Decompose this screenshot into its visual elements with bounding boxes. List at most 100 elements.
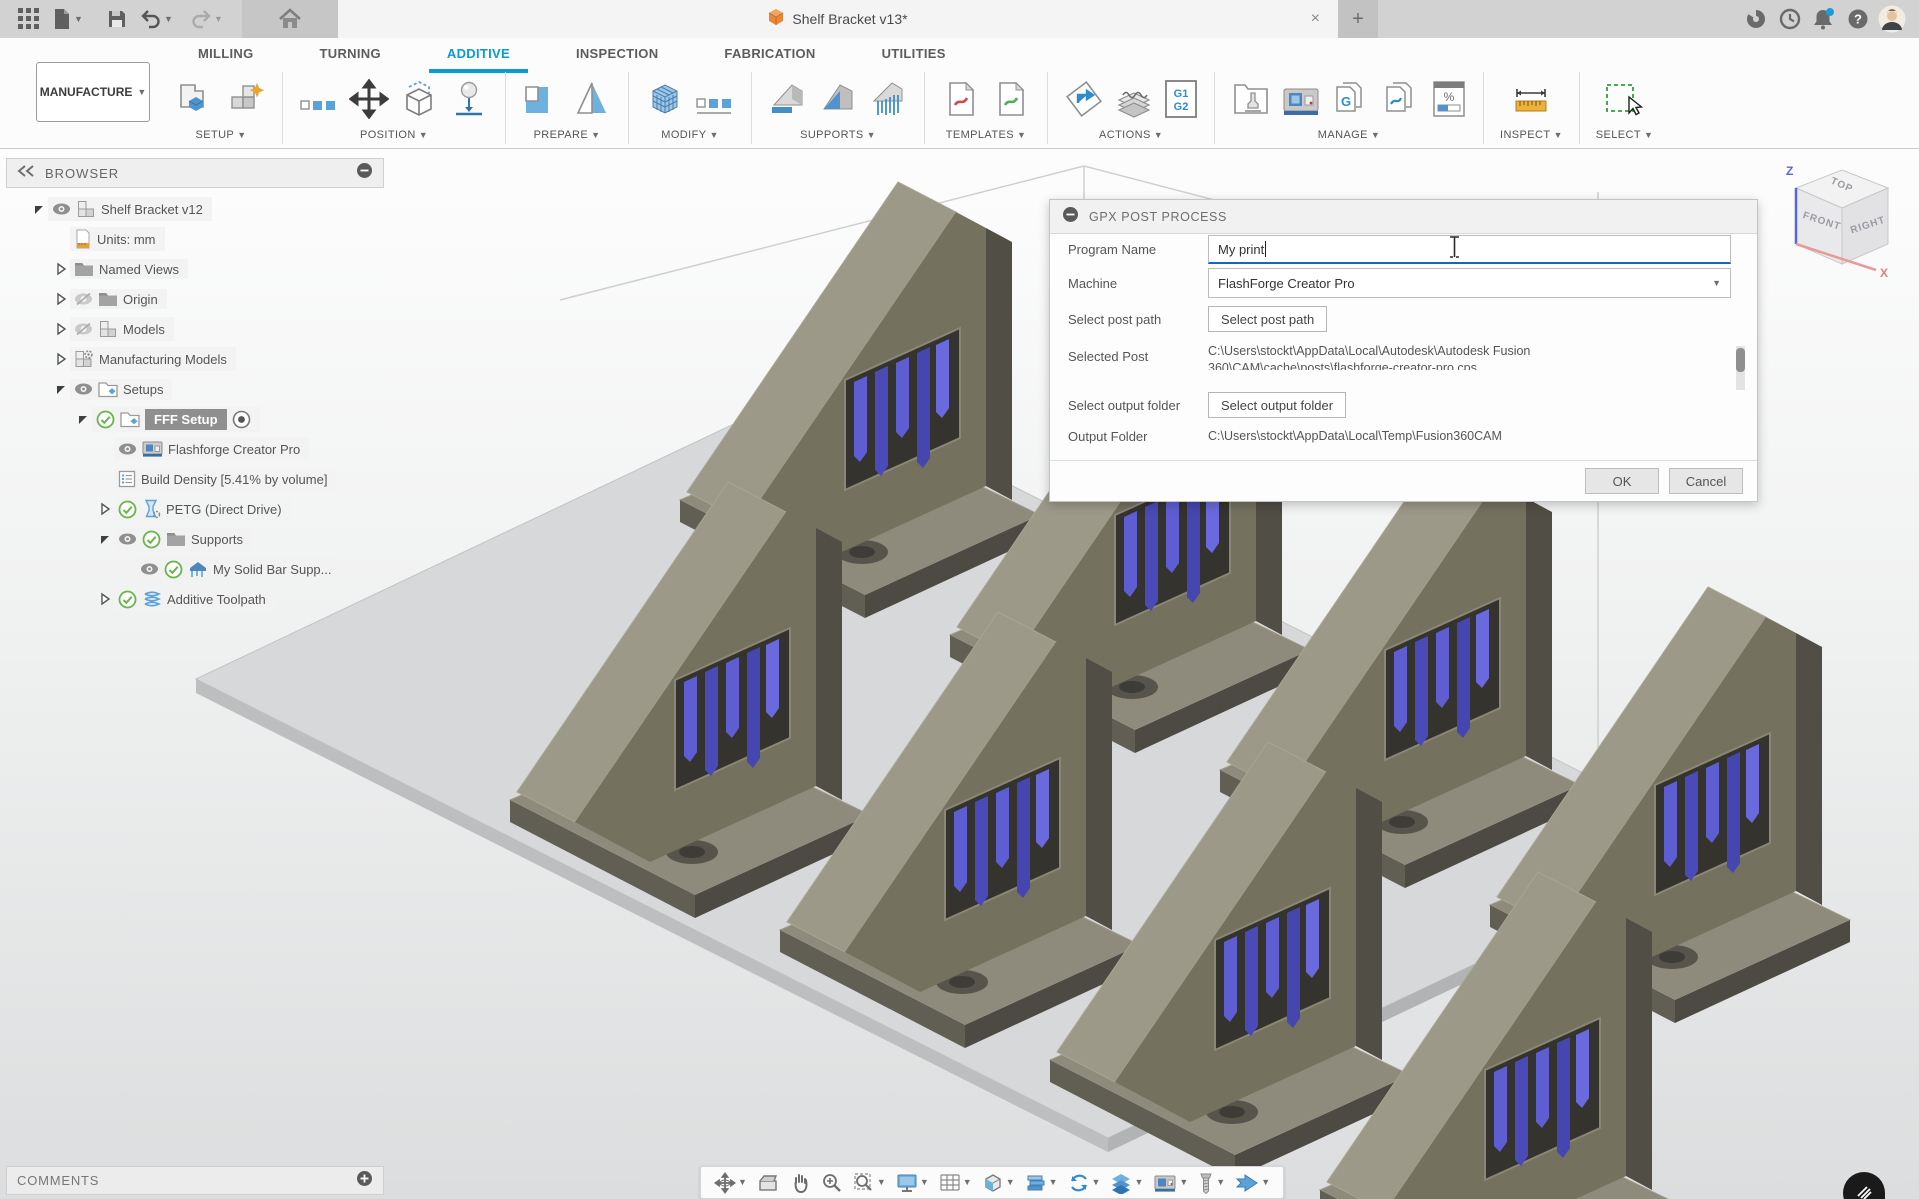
measure-icon[interactable]: [1511, 79, 1551, 124]
group-label-manage[interactable]: MANAGE▼: [1318, 129, 1380, 144]
tree-node-body[interactable]: My Solid Bar Supp...: [136, 558, 341, 581]
ribbon-tab-inspection[interactable]: INSPECTION: [550, 40, 684, 70]
tree-row-flashforge-creator-pro[interactable]: Flashforge Creator Pro: [6, 434, 384, 464]
undo-icon[interactable]: ▼: [140, 4, 182, 34]
template-library-icon[interactable]: [1381, 79, 1421, 124]
tree-node-label[interactable]: Shelf Bracket v12: [101, 202, 203, 217]
grid-menu-icon[interactable]: [14, 4, 44, 34]
workspace-selector[interactable]: MANUFACTURE▼: [36, 62, 150, 122]
tool-library-icon[interactable]: [1231, 79, 1271, 124]
tree-node-label[interactable]: Manufacturing Models: [99, 352, 227, 367]
tree-node-label[interactable]: My Solid Bar Supp...: [213, 562, 332, 577]
save-icon[interactable]: [102, 4, 132, 34]
redo-icon[interactable]: ▼: [190, 4, 232, 34]
file-icon[interactable]: ▼: [52, 4, 94, 34]
group-label-inspect[interactable]: INSPECT▼: [1500, 129, 1563, 144]
expand-arrow-icon[interactable]: [52, 322, 70, 336]
group-label-setup[interactable]: SETUP▼: [196, 129, 247, 144]
tree-node-label[interactable]: PETG (Direct Drive): [166, 502, 282, 517]
modify-squares-icon[interactable]: [695, 91, 735, 124]
tree-node-body[interactable]: Models: [70, 317, 174, 341]
tree-node-label[interactable]: Origin: [123, 292, 158, 307]
tree-node-body[interactable]: PETG (Direct Drive): [114, 497, 291, 521]
orbit-icon[interactable]: ▼: [711, 1172, 750, 1194]
group-label-supports[interactable]: SUPPORTS▼: [800, 129, 876, 144]
tree-row-named-views[interactable]: Named Views: [6, 254, 384, 284]
check-icon[interactable]: [142, 530, 161, 549]
voxel-cube-icon[interactable]: [645, 79, 685, 124]
tree-node-label[interactable]: Supports: [191, 532, 243, 547]
tree-row-additive-toolpath[interactable]: Additive Toolpath: [6, 584, 384, 614]
view-cube[interactable]: TOP FRONT RIGHT Z X: [1772, 152, 1912, 292]
tree-node-label[interactable]: Setups: [123, 382, 163, 397]
ribbon-tab-utilities[interactable]: UTILITIES: [856, 40, 972, 70]
tree-node-body[interactable]: Build Density [5.41% by volume]: [114, 468, 336, 490]
tree-node-body[interactable]: Flashforge Creator Pro: [114, 438, 309, 460]
eye-off-icon[interactable]: [74, 322, 93, 336]
tree-row-origin[interactable]: Origin: [6, 284, 384, 314]
home-tab[interactable]: [242, 0, 338, 38]
extensions-icon[interactable]: [1739, 0, 1773, 38]
tree-row-models[interactable]: Models: [6, 314, 384, 344]
steps-icon[interactable]: ▼: [1022, 1173, 1061, 1193]
template-green-icon[interactable]: [991, 79, 1031, 124]
eye-off-icon[interactable]: [74, 292, 93, 306]
home-icon[interactable]: [275, 4, 305, 34]
tree-node-body[interactable]: Units: mm: [70, 227, 165, 251]
move-icon[interactable]: [349, 79, 389, 124]
setup-additive-icon[interactable]: [226, 79, 266, 124]
template-red-icon[interactable]: [941, 79, 981, 124]
window-zoom-icon[interactable]: ▼: [850, 1172, 889, 1194]
grid-icon[interactable]: ▼: [936, 1173, 975, 1193]
tree-node-body[interactable]: Shelf Bracket v12: [48, 197, 212, 221]
check-icon[interactable]: [164, 560, 183, 579]
collapse-arrow-icon[interactable]: [30, 202, 48, 216]
expand-arrow-icon[interactable]: [52, 262, 70, 276]
eye-icon[interactable]: [140, 562, 159, 576]
dialog-collapse-icon[interactable]: [1062, 206, 1079, 228]
document-tab[interactable]: Shelf Bracket v13* ×: [338, 0, 1338, 38]
check-icon[interactable]: [96, 410, 115, 429]
support-solid-icon[interactable]: [818, 79, 858, 124]
arrange-icon[interactable]: [299, 91, 339, 124]
look-at-icon[interactable]: [754, 1173, 782, 1193]
cancel-button[interactable]: Cancel: [1669, 468, 1743, 494]
select-output-folder-button[interactable]: Select output folder: [1208, 392, 1346, 418]
group-label-prepare[interactable]: PREPARE▼: [534, 129, 601, 144]
group-label-select[interactable]: SELECT▼: [1596, 129, 1654, 144]
tree-node-label[interactable]: FFF Setup: [145, 409, 227, 430]
tree-node-body[interactable]: Additive Toolpath: [114, 588, 275, 611]
eye-icon[interactable]: [52, 202, 71, 216]
help-icon[interactable]: ?: [1841, 0, 1875, 38]
tree-node-label[interactable]: Additive Toolpath: [167, 592, 266, 607]
tree-node-body[interactable]: FFF Setup: [92, 407, 260, 432]
group-label-actions[interactable]: ACTIONS▼: [1099, 129, 1163, 144]
tree-row-supports[interactable]: Supports: [6, 524, 384, 554]
tree-row-manufacturing-models[interactable]: Manufacturing Models: [6, 344, 384, 374]
expand-arrow-icon[interactable]: [96, 592, 114, 606]
radio-icon[interactable]: [232, 410, 251, 429]
check-icon[interactable]: [118, 500, 137, 519]
eye-icon[interactable]: [118, 442, 137, 456]
tree-node-body[interactable]: Setups: [70, 379, 172, 400]
g1g2-icon[interactable]: G1G2: [1164, 79, 1198, 124]
ribbon-tab-fabrication[interactable]: FABRICATION: [698, 40, 841, 70]
tree-node-label[interactable]: Build Density [5.41% by volume]: [141, 472, 327, 487]
print-settings-icon[interactable]: %: [1431, 79, 1467, 124]
dialog-title-bar[interactable]: GPX POST PROCESS: [1050, 200, 1757, 234]
support-bar-icon[interactable]: [868, 79, 908, 124]
avatar[interactable]: [1875, 0, 1909, 38]
notifications-icon[interactable]: [1807, 0, 1841, 38]
add-comment-icon[interactable]: [356, 1170, 373, 1192]
display-settings-icon[interactable]: ▼: [893, 1173, 932, 1193]
machine-select[interactable]: FlashForge Creator Pro▼: [1208, 268, 1731, 298]
tree-node-body[interactable]: Manufacturing Models: [70, 347, 236, 371]
expand-arrow-icon[interactable]: [52, 292, 70, 306]
post-process-icon[interactable]: [1064, 79, 1104, 124]
new-tab-button[interactable]: +: [1338, 0, 1378, 38]
minimize-panel-icon[interactable]: [356, 162, 373, 184]
eye-icon[interactable]: [74, 382, 93, 396]
slice-layers-icon[interactable]: [1114, 79, 1154, 124]
expand-arrow-icon[interactable]: [96, 502, 114, 516]
tree-node-label[interactable]: Named Views: [99, 262, 179, 277]
